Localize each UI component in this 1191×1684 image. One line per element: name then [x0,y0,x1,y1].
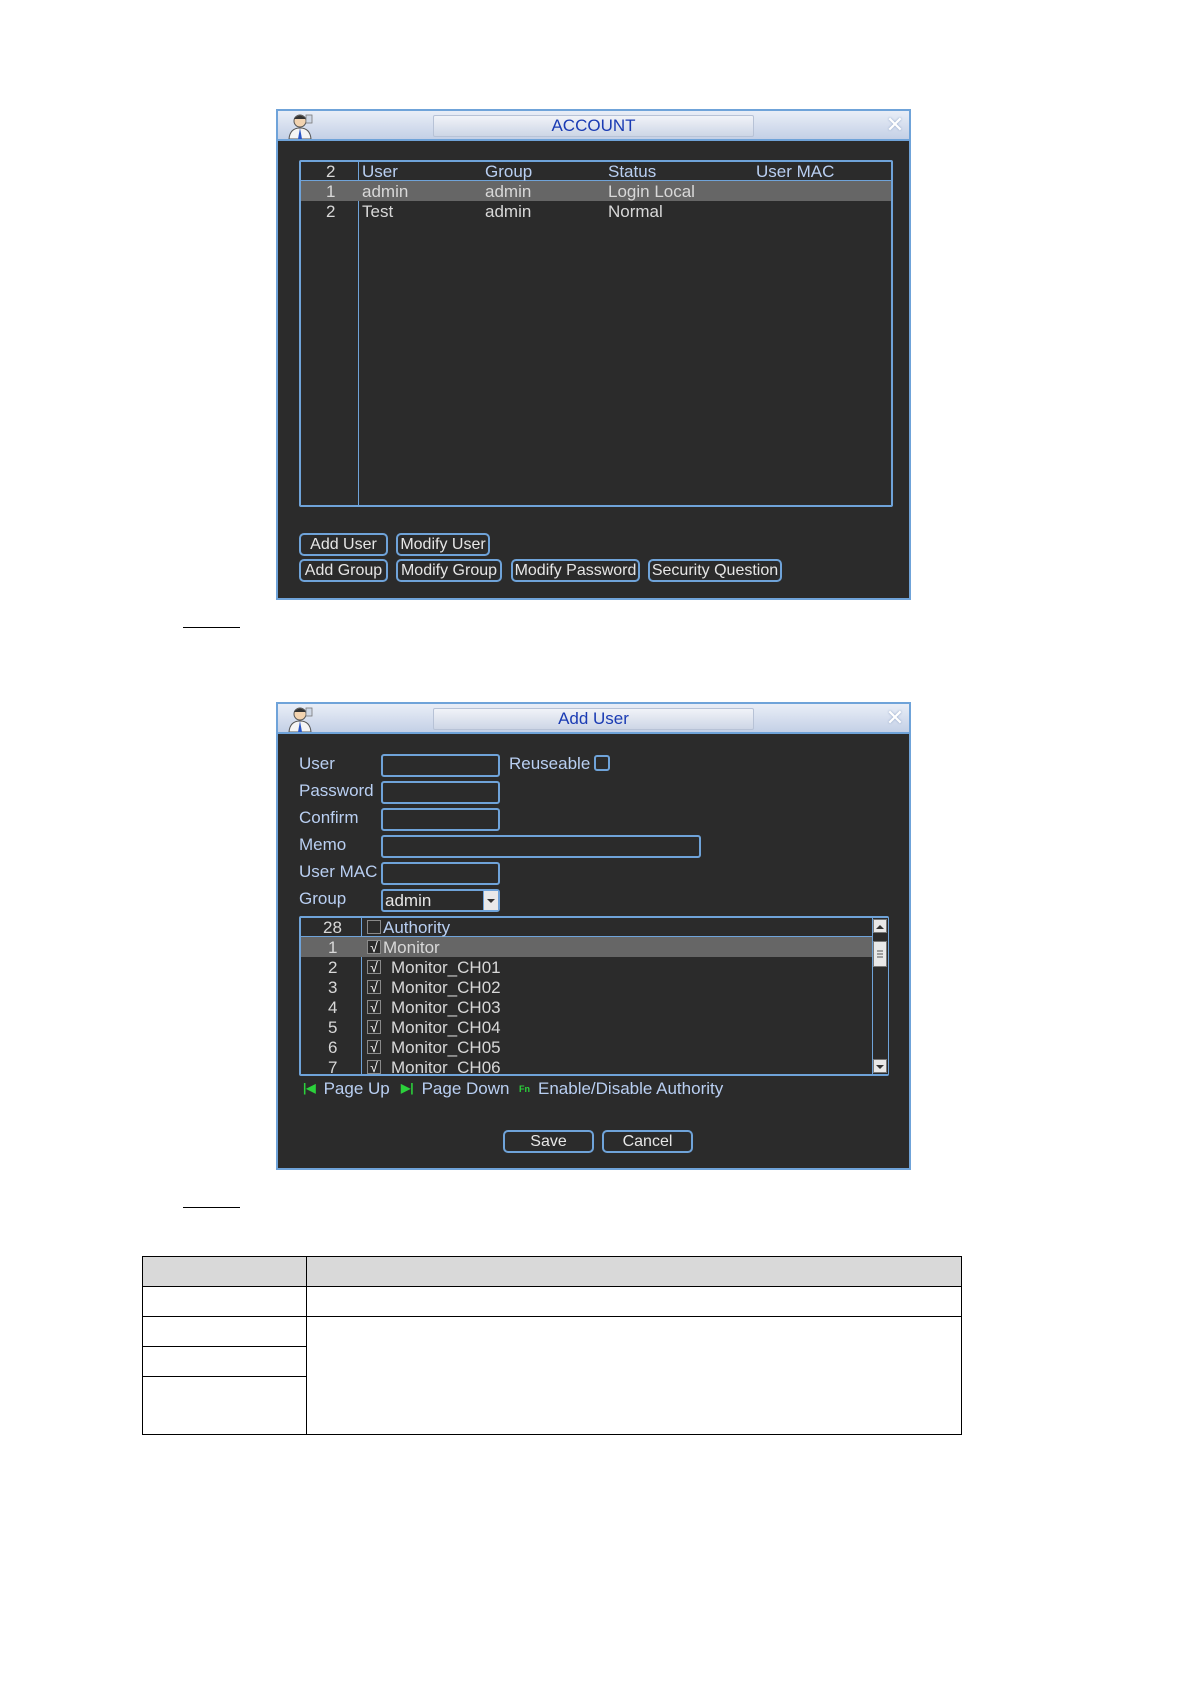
table-header-cell [306,1256,962,1287]
authority-checkbox[interactable]: √ [367,980,381,994]
authority-row-label: Monitor_CH03 [391,998,501,1017]
enable-disable-hint: Fn Enable/Disable Authority [519,1079,724,1098]
authority-row-number: 6 [328,1038,338,1057]
authority-row-label: Monitor [383,938,440,957]
user-account-icon [288,114,313,139]
confirm-label: Confirm [299,808,359,827]
save-button[interactable]: Save [503,1130,594,1153]
chevron-down-icon[interactable] [483,891,498,910]
modify-password-button[interactable]: Modify Password [511,559,640,582]
user-mac-label: User MAC [299,862,378,881]
page-down-icon: ▶| [401,1081,414,1095]
step-underline [183,627,240,628]
add-user-window: Add User ✕ User Password Confirm Memo Us… [276,702,911,1170]
user-input[interactable] [381,754,500,777]
authority-row-number: 5 [328,1018,338,1037]
user-account-icon [288,707,313,732]
row-status: Normal [608,202,663,221]
password-field[interactable] [381,781,500,804]
table-header-cell [142,1256,307,1287]
parameter-table [142,1256,962,1435]
authority-count: 28 [323,918,342,937]
add-user-button[interactable]: Add User [299,533,388,556]
table-cell [306,1286,962,1317]
column-header-user: User [362,162,398,181]
table-row [142,1286,962,1317]
authority-row-number: 7 [328,1058,338,1074]
table-cell [142,1286,307,1317]
row-number: 1 [326,182,336,201]
column-header-user-mac: User MAC [756,162,835,181]
reuseable-label: Reuseable [509,754,591,773]
reuseable-checkbox[interactable] [594,755,610,771]
scroll-thumb[interactable] [873,941,887,967]
close-icon[interactable]: ✕ [885,114,905,136]
authority-row-number: 4 [328,998,338,1017]
authority-checkbox[interactable]: √ [367,940,381,954]
authority-header: Authority [383,918,451,937]
security-question-button[interactable]: Security Question [648,559,782,582]
authority-row-label: Monitor_CH02 [391,978,501,997]
column-header-status: Status [608,162,657,181]
page-down-hint: ▶| Page Down [401,1079,510,1098]
list-column-divider [358,162,359,505]
authority-row-label: Monitor_CH01 [391,958,501,977]
user-list: 2 User Group Status User MAC 1 admin adm… [299,160,893,507]
modify-user-button[interactable]: Modify User [396,533,490,556]
page-up-hint: |◀ Page Up [303,1079,390,1098]
scroll-down-button[interactable] [873,1059,887,1073]
authority-row-label: Monitor_CH06 [391,1058,501,1074]
cancel-button[interactable]: Cancel [602,1130,693,1153]
step-underline [183,1207,240,1208]
user-mac-field[interactable] [381,862,500,885]
table-cell [142,1316,307,1347]
group-selected-value: admin [385,891,432,910]
authority-row-label: Monitor_CH04 [391,1018,501,1037]
column-header-group: Group [485,162,533,181]
modify-group-button[interactable]: Modify Group [396,559,502,582]
row-group: admin [485,182,532,201]
memo-field[interactable] [381,835,701,858]
fn-key-icon: Fn [519,1084,530,1094]
authority-checkbox[interactable]: √ [367,1000,381,1014]
select-all-checkbox[interactable] [367,920,381,934]
scroll-up-button[interactable] [873,919,887,933]
page-up-icon: |◀ [303,1081,316,1095]
memo-label: Memo [299,835,347,854]
add-group-button[interactable]: Add Group [299,559,388,582]
row-group: admin [485,202,532,221]
authority-row-number: 2 [328,958,338,977]
table-header-row [142,1256,962,1287]
add-user-title: Add User [433,708,754,730]
row-user: admin [362,182,409,201]
password-label: Password [299,781,374,800]
authority-checkbox[interactable]: √ [367,960,381,974]
close-icon[interactable]: ✕ [885,707,905,729]
authority-list: 28 Authority 1 √ Monitor 2 √ Monitor_CH0… [299,916,889,1076]
group-select[interactable]: admin [381,889,500,912]
user-label: User [299,754,335,773]
group-label: Group [299,889,347,908]
account-title: ACCOUNT [433,115,754,137]
authority-row-label: Monitor_CH05 [391,1038,501,1057]
row-status: Login Local [608,182,695,201]
account-window: ACCOUNT ✕ 2 User Group Status User MAC 1… [276,109,911,600]
table-row [142,1316,962,1435]
authority-row-number: 1 [328,938,338,957]
authority-row-number: 3 [328,978,338,997]
user-count: 2 [326,162,336,181]
authority-checkbox[interactable]: √ [367,1040,381,1054]
row-user: Test [362,202,394,221]
confirm-field[interactable] [381,808,500,831]
add-user-titlebar: Add User ✕ [278,704,909,734]
authority-checkbox[interactable]: √ [367,1060,381,1074]
authority-checkbox[interactable]: √ [367,1020,381,1034]
table-cell [142,1346,307,1377]
table-cell [142,1376,307,1435]
row-number: 2 [326,202,336,221]
authority-scrollbar[interactable] [872,918,888,1074]
account-titlebar: ACCOUNT ✕ [278,111,909,141]
table-cell-merged [306,1316,962,1435]
